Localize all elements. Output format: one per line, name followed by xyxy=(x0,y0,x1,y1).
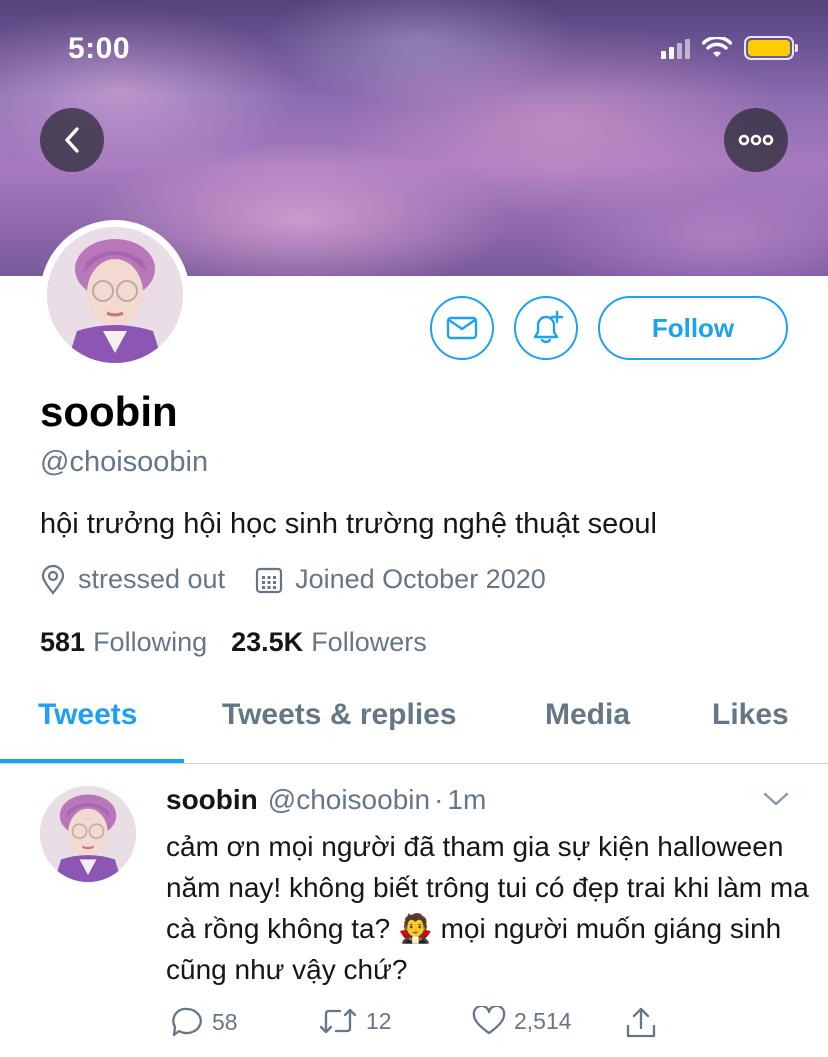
following-label: Following xyxy=(93,627,208,657)
profile-handle: @choisoobin xyxy=(40,446,209,478)
reply-icon xyxy=(172,1007,202,1037)
following-count: 581 xyxy=(40,627,86,657)
following-link[interactable]: 581 Following xyxy=(40,627,207,658)
tab-likes[interactable]: Likes xyxy=(712,698,789,732)
active-tab-indicator xyxy=(0,759,184,763)
profile-display-name: soobin xyxy=(40,388,178,435)
followers-link[interactable]: 23.5K Followers xyxy=(231,627,427,658)
share-button[interactable] xyxy=(624,1006,658,1040)
message-button[interactable] xyxy=(430,296,494,360)
retweet-count: 12 xyxy=(366,1007,392,1034)
battery-icon xyxy=(744,36,798,60)
follow-button[interactable]: Follow xyxy=(598,296,788,360)
profile-avatar[interactable] xyxy=(40,220,190,370)
avatar-photo xyxy=(47,227,183,363)
profile-location: stressed out xyxy=(40,564,225,595)
tweet-separator: · xyxy=(434,784,444,815)
tab-tweets[interactable]: Tweets xyxy=(38,698,137,732)
tweet-text: cảm ơn mọi người đã tham gia sự kiện hal… xyxy=(166,831,809,985)
followers-label: Followers xyxy=(311,627,427,657)
status-icons xyxy=(661,36,798,60)
location-text: stressed out xyxy=(78,564,226,594)
status-time: 5:00 xyxy=(68,32,131,65)
wifi-icon xyxy=(702,37,732,57)
cellular-signal-icon xyxy=(661,37,690,59)
more-options-button[interactable] xyxy=(724,108,788,172)
profile-meta: stressed out Joined October 2020 xyxy=(40,564,546,595)
more-options-icon xyxy=(738,134,774,146)
tweet-actions: 58 12 2,514 xyxy=(166,1006,786,1046)
share-icon xyxy=(626,1007,656,1038)
profile-joined: Joined October 2020 xyxy=(255,564,546,595)
location-pin-icon xyxy=(41,564,65,595)
retweet-icon xyxy=(319,1008,357,1034)
calendar-icon xyxy=(255,567,283,593)
tweet-time[interactable]: 1m xyxy=(447,784,486,816)
reply-count: 58 xyxy=(212,1008,238,1035)
profile-tabs: Tweets Tweets & replies Media Likes xyxy=(0,670,828,764)
tab-tweets-replies[interactable]: Tweets & replies xyxy=(222,698,457,732)
tweet-avatar[interactable] xyxy=(40,786,136,882)
retweet-button[interactable]: 12 xyxy=(318,1006,392,1036)
heart-icon xyxy=(472,1006,506,1035)
like-button[interactable]: 2,514 xyxy=(472,1006,572,1036)
back-arrow-icon xyxy=(65,127,79,153)
tweet-author-name[interactable]: soobin xyxy=(166,784,258,816)
profile-bio: hội trưởng hội học sinh trường nghệ thuậ… xyxy=(40,508,657,540)
reply-button[interactable]: 58 xyxy=(170,1006,238,1038)
followers-count: 23.5K xyxy=(231,627,304,657)
chevron-down-icon[interactable] xyxy=(762,790,790,808)
joined-text: Joined October 2020 xyxy=(295,564,546,594)
notifications-button[interactable] xyxy=(514,296,578,360)
bell-plus-icon xyxy=(533,310,564,344)
follow-counts: 581 Following 23.5K Followers xyxy=(40,627,427,658)
tweet-header: soobin @choisoobin · 1m xyxy=(166,784,486,816)
tweet-author-handle[interactable]: @choisoobin xyxy=(268,784,430,816)
tab-media[interactable]: Media xyxy=(545,698,630,732)
back-button[interactable] xyxy=(40,108,104,172)
mail-icon xyxy=(446,316,478,340)
like-count: 2,514 xyxy=(514,1007,572,1034)
